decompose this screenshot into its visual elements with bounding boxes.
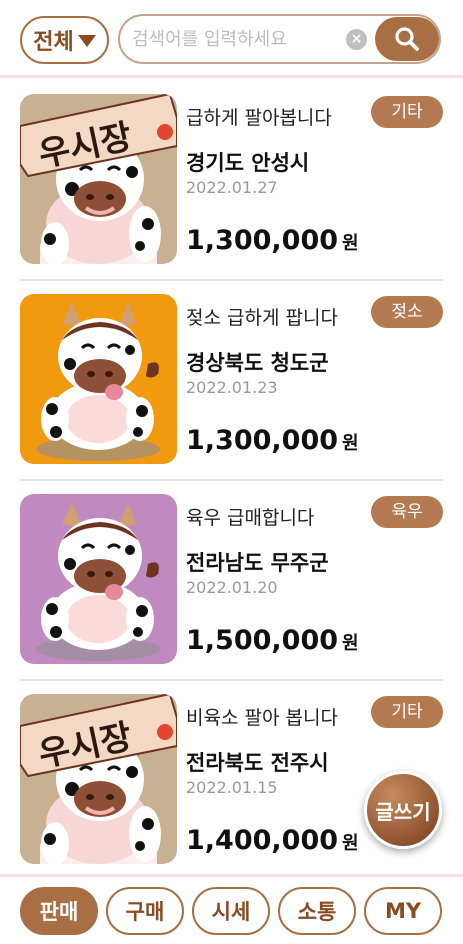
price-value: 1,400,000 [186, 825, 339, 856]
listing-item[interactable]: 우시장 급하게 팔아봅니다 기타 경기도 안성시 2022.01.27 1,30… [20, 81, 443, 281]
listing-list: 우시장 급하게 팔아봅니다 기타 경기도 안성시 2022.01.27 1,30… [0, 81, 463, 881]
listing-item[interactable]: 육우 급매합니다 육우 전라남도 무주군 2022.01.20 1,500,00… [20, 481, 443, 681]
write-post-button[interactable]: 글쓰기 [364, 771, 442, 849]
listing-date: 2022.01.15 [186, 778, 278, 797]
clear-icon[interactable]: × [346, 29, 367, 50]
listing-thumbnail: 우시장 [20, 694, 177, 864]
price-value: 1,300,000 [186, 225, 339, 256]
listing-item[interactable]: 젖소 급하게 팝니다 젖소 경상북도 청도군 2022.01.23 1,300,… [20, 281, 443, 481]
bottom-tab-bar: 판매 구매 시세 소통 MY [0, 874, 463, 944]
price-value: 1,500,000 [186, 625, 339, 656]
tab-community[interactable]: 소통 [278, 887, 356, 935]
listing-title: 젖소 급하게 팝니다 [186, 307, 338, 329]
listing-region: 전라남도 무주군 [186, 551, 329, 575]
search-box: × [118, 14, 441, 64]
category-badge: 기타 [371, 96, 443, 128]
cow-orange-image [20, 294, 177, 464]
search-icon [395, 27, 419, 51]
top-bar: 전체 × [0, 0, 463, 78]
listing-price: 1,300,000 원 [186, 225, 359, 256]
listing-price: 1,500,000 원 [186, 625, 359, 656]
cow-with-sign-image: 우시장 [20, 694, 177, 864]
filter-label: 전체 [33, 30, 74, 55]
listing-region: 전라북도 전주시 [186, 751, 329, 775]
listing-date: 2022.01.27 [186, 178, 278, 197]
listing-price: 1,400,000 원 [186, 825, 359, 856]
listing-region: 경상북도 청도군 [186, 351, 329, 375]
tab-price[interactable]: 시세 [192, 887, 270, 935]
cow-with-sign-image: 우시장 [20, 94, 177, 264]
listing-title: 급하게 팔아봅니다 [186, 107, 332, 129]
caret-down-icon [77, 35, 96, 47]
cow-purple-image [20, 494, 177, 664]
price-value: 1,300,000 [186, 425, 339, 456]
category-badge: 젖소 [371, 296, 443, 328]
price-unit: 원 [342, 633, 359, 654]
category-filter-dropdown[interactable]: 전체 [20, 16, 109, 64]
price-unit: 원 [342, 433, 359, 454]
listing-thumbnail [20, 494, 177, 664]
listing-thumbnail: 우시장 [20, 94, 177, 264]
search-input[interactable] [132, 24, 342, 54]
tab-my[interactable]: MY [364, 887, 442, 935]
category-badge: 기타 [371, 696, 443, 728]
price-unit: 원 [342, 233, 359, 254]
listing-region: 경기도 안성시 [186, 151, 310, 175]
listing-price: 1,300,000 원 [186, 425, 359, 456]
category-badge: 육우 [371, 496, 443, 528]
price-unit: 원 [342, 833, 359, 854]
listing-title: 비육소 팔아 봅니다 [186, 707, 338, 729]
listing-title: 육우 급매합니다 [186, 507, 315, 529]
listing-date: 2022.01.20 [186, 578, 278, 597]
tab-sell[interactable]: 판매 [20, 887, 98, 935]
search-button[interactable] [375, 17, 439, 61]
tab-buy[interactable]: 구매 [106, 887, 184, 935]
listing-thumbnail [20, 294, 177, 464]
listing-date: 2022.01.23 [186, 378, 278, 397]
